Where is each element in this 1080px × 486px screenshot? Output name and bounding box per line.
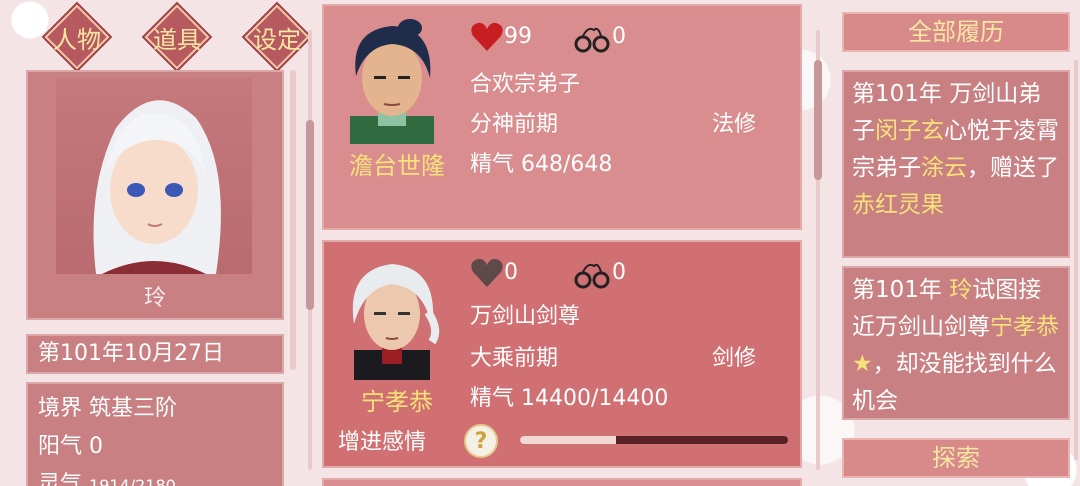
stat-spirit-value: 1914/2180 xyxy=(89,476,176,486)
character-card[interactable] xyxy=(322,478,802,486)
player-name: 玲 xyxy=(143,286,166,311)
handcuffs-icon xyxy=(574,263,610,289)
affection-value: 99 xyxy=(504,24,532,49)
character-vitality: 精气 648/648 xyxy=(470,152,613,177)
log-item-highlight: 赤红灵果 xyxy=(852,192,944,218)
character-realm: 大乘前期 xyxy=(470,346,559,371)
handcuffs-icon xyxy=(574,27,610,53)
affection-value: 0 xyxy=(504,260,518,285)
log-text: 第101年 xyxy=(852,277,950,303)
character-sect: 合欢宗弟子 xyxy=(470,72,581,97)
heart-icon xyxy=(471,258,503,287)
character-realm: 分神前期 xyxy=(470,112,559,137)
bond-value: 0 xyxy=(612,24,626,49)
log-entry: 第101年 万剑山弟子闵子玄心悦于凌霄宗弟子涂云，赠送了赤红灵果 xyxy=(842,70,1070,258)
right-scrollbar[interactable] xyxy=(1074,60,1078,460)
stat-spirit-label: 灵气 xyxy=(38,472,83,486)
character-name: 澹台世隆 xyxy=(349,152,445,180)
heart-icon xyxy=(471,22,503,51)
log-entry: 第101年 玲试图接近万剑山剑尊宁孝恭★，却没能找到什么机会 xyxy=(842,266,1070,420)
character-class: 法修 xyxy=(712,112,757,137)
history-header[interactable]: 全部履历 xyxy=(842,12,1070,52)
character-portrait xyxy=(352,264,440,380)
log-text: ，却没能找到什么机会 xyxy=(852,351,1057,414)
stat-spirit: 灵气 1914/2180 xyxy=(38,466,272,486)
tab-characters[interactable]: 人物 xyxy=(44,4,110,70)
game-date: 第101年10月27日 xyxy=(26,334,284,374)
cards-scrollbar-thumb[interactable] xyxy=(306,120,314,310)
explore-button[interactable]: 探索 xyxy=(842,438,1070,478)
log-name-highlight: 涂云 xyxy=(921,155,967,181)
log-text: ，赠送了 xyxy=(967,155,1059,181)
character-class: 剑修 xyxy=(712,346,757,371)
character-name: 宁孝恭 xyxy=(361,388,433,416)
log-name-highlight: 玲 xyxy=(949,277,973,303)
log-name-highlight: 闵子玄 xyxy=(875,118,944,144)
tab-label: 设定 xyxy=(253,25,301,54)
log-scrollbar-thumb[interactable] xyxy=(814,60,822,180)
stat-yang: 阳气 0 xyxy=(38,434,103,459)
character-portrait xyxy=(350,19,434,144)
stat-realm: 境界 筑基三阶 xyxy=(38,396,177,421)
help-button[interactable]: ? xyxy=(464,424,498,458)
affection-progress-bar xyxy=(520,436,788,444)
character-card-selected[interactable]: 宁孝恭 0 0 万剑山剑尊 大乘前期 剑修 精气 14400/14400 增进感… xyxy=(322,240,802,468)
tab-items[interactable]: 道具 xyxy=(144,4,210,70)
player-avatar xyxy=(56,78,252,274)
player-stats: 境界 筑基三阶 阳气 0 灵气 1914/2180 xyxy=(26,382,284,486)
player-portrait-panel[interactable]: 玲 xyxy=(26,70,284,320)
left-scrollbar[interactable] xyxy=(290,70,296,370)
tab-label: 道具 xyxy=(153,25,201,54)
character-sect: 万剑山剑尊 xyxy=(470,304,581,329)
character-vitality: 精气 14400/14400 xyxy=(470,386,669,411)
affection-progress-fill xyxy=(520,436,617,444)
tab-label: 人物 xyxy=(53,25,101,54)
increase-affection-label: 增进感情 xyxy=(338,430,427,455)
tab-settings[interactable]: 设定 xyxy=(244,4,310,70)
character-card[interactable]: 澹台世隆 99 0 合欢宗弟子 分神前期 法修 精气 648/648 xyxy=(322,4,802,230)
bond-value: 0 xyxy=(612,260,626,285)
